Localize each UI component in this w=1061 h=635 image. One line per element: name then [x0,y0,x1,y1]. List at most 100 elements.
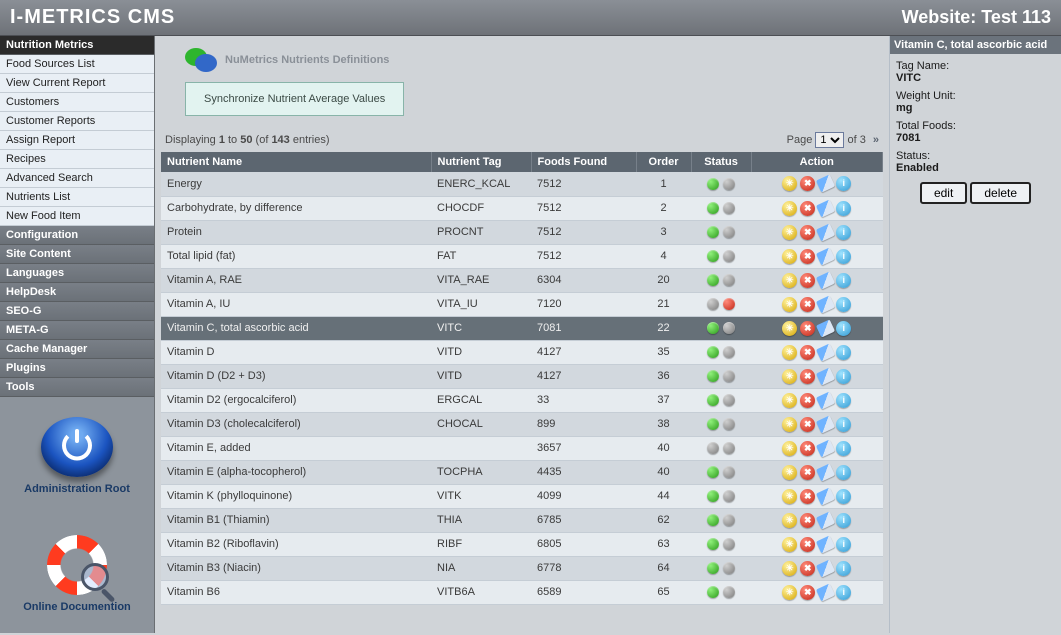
status-dot-2[interactable] [723,346,735,358]
status-dot-1[interactable] [707,274,719,286]
status-dot-1[interactable] [707,202,719,214]
action-delete-icon[interactable]: ✖ [800,201,815,216]
page-select[interactable]: 1 [815,132,844,148]
sidebar-cat[interactable]: Cache Manager [0,340,154,359]
table-row[interactable]: Vitamin A, IUVITA_IU712021✳✖i [161,292,883,316]
status-dot-2[interactable] [723,274,735,286]
status-dot-2[interactable] [723,562,735,574]
action-delete-icon[interactable]: ✖ [800,441,815,456]
edit-button[interactable]: edit [920,182,967,204]
action-erase-icon[interactable] [816,367,835,385]
delete-button[interactable]: delete [970,182,1031,204]
action-erase-icon[interactable] [816,343,835,361]
action-delete-icon[interactable]: ✖ [800,345,815,360]
action-delete-icon[interactable]: ✖ [800,249,815,264]
action-info-icon[interactable]: i [836,297,851,312]
action-gear-icon[interactable]: ✳ [782,225,797,240]
action-info-icon[interactable]: i [836,201,851,216]
action-erase-icon[interactable] [816,559,835,577]
action-gear-icon[interactable]: ✳ [782,393,797,408]
action-gear-icon[interactable]: ✳ [782,537,797,552]
status-dot-1[interactable] [707,466,719,478]
status-dot-2[interactable] [723,322,735,334]
action-erase-icon[interactable] [816,319,835,337]
action-gear-icon[interactable]: ✳ [782,297,797,312]
action-gear-icon[interactable]: ✳ [782,249,797,264]
action-info-icon[interactable]: i [836,417,851,432]
sidebar-item[interactable]: Advanced Search [0,169,154,188]
table-row[interactable]: Total lipid (fat)FAT75124✳✖i [161,244,883,268]
sidebar-cat[interactable]: META-G [0,321,154,340]
status-dot-2[interactable] [723,298,735,310]
col-foods[interactable]: Foods Found [531,152,636,172]
table-row[interactable]: Carbohydrate, by differenceCHOCDF75122✳✖… [161,196,883,220]
action-gear-icon[interactable]: ✳ [782,585,797,600]
next-page[interactable]: » [873,134,879,146]
action-gear-icon[interactable]: ✳ [782,273,797,288]
table-row[interactable]: Vitamin B6VITB6A658965✳✖i [161,580,883,604]
status-dot-1[interactable] [707,370,719,382]
status-dot-2[interactable] [723,490,735,502]
status-dot-2[interactable] [723,466,735,478]
status-dot-1[interactable] [707,418,719,430]
sidebar-item[interactable]: Customers [0,93,154,112]
status-dot-2[interactable] [723,178,735,190]
action-info-icon[interactable]: i [836,273,851,288]
status-dot-1[interactable] [707,562,719,574]
action-delete-icon[interactable]: ✖ [800,321,815,336]
sync-button[interactable]: Synchronize Nutrient Average Values [185,82,404,116]
action-erase-icon[interactable] [816,487,835,505]
table-row[interactable]: EnergyENERC_KCAL75121✳✖i [161,172,883,196]
action-gear-icon[interactable]: ✳ [782,465,797,480]
action-info-icon[interactable]: i [836,393,851,408]
action-delete-icon[interactable]: ✖ [800,513,815,528]
status-dot-2[interactable] [723,538,735,550]
sidebar-cat[interactable]: Configuration [0,226,154,245]
action-erase-icon[interactable] [816,511,835,529]
action-info-icon[interactable]: i [836,176,851,191]
action-delete-icon[interactable]: ✖ [800,176,815,191]
action-info-icon[interactable]: i [836,537,851,552]
sidebar-item[interactable]: Food Sources List [0,55,154,74]
action-info-icon[interactable]: i [836,513,851,528]
table-row[interactable]: Vitamin A, RAEVITA_RAE630420✳✖i [161,268,883,292]
action-gear-icon[interactable]: ✳ [782,513,797,528]
action-erase-icon[interactable] [816,295,835,313]
action-info-icon[interactable]: i [836,585,851,600]
col-tag[interactable]: Nutrient Tag [431,152,531,172]
action-erase-icon[interactable] [816,175,835,193]
action-erase-icon[interactable] [816,391,835,409]
status-dot-2[interactable] [723,226,735,238]
action-delete-icon[interactable]: ✖ [800,585,815,600]
action-info-icon[interactable]: i [836,441,851,456]
action-delete-icon[interactable]: ✖ [800,393,815,408]
status-dot-2[interactable] [723,250,735,262]
action-delete-icon[interactable]: ✖ [800,489,815,504]
table-row[interactable]: Vitamin K (phylloquinone)VITK409944✳✖i [161,484,883,508]
status-dot-1[interactable] [707,178,719,190]
col-order[interactable]: Order [636,152,691,172]
table-row[interactable]: Vitamin B2 (Riboflavin)RIBF680563✳✖i [161,532,883,556]
status-dot-1[interactable] [707,394,719,406]
status-dot-1[interactable] [707,298,719,310]
action-gear-icon[interactable]: ✳ [782,176,797,191]
sidebar-cat[interactable]: Languages [0,264,154,283]
sidebar-cat[interactable]: Site Content [0,245,154,264]
action-erase-icon[interactable] [816,439,835,457]
sidebar-cat-nutrition-metrics[interactable]: Nutrition Metrics [0,36,154,55]
action-gear-icon[interactable]: ✳ [782,321,797,336]
sidebar-item[interactable]: Recipes [0,150,154,169]
action-delete-icon[interactable]: ✖ [800,369,815,384]
table-row[interactable]: Vitamin D2 (ergocalciferol)ERGCAL3337✳✖i [161,388,883,412]
action-info-icon[interactable]: i [836,465,851,480]
action-info-icon[interactable]: i [836,225,851,240]
sidebar-cat[interactable]: SEO-G [0,302,154,321]
sidebar-item[interactable]: Nutrients List [0,188,154,207]
action-erase-icon[interactable] [816,223,835,241]
action-info-icon[interactable]: i [836,489,851,504]
status-dot-2[interactable] [723,418,735,430]
status-dot-1[interactable] [707,514,719,526]
online-docs-link[interactable]: Online Documention [0,515,154,633]
action-erase-icon[interactable] [816,535,835,553]
col-status[interactable]: Status [691,152,751,172]
